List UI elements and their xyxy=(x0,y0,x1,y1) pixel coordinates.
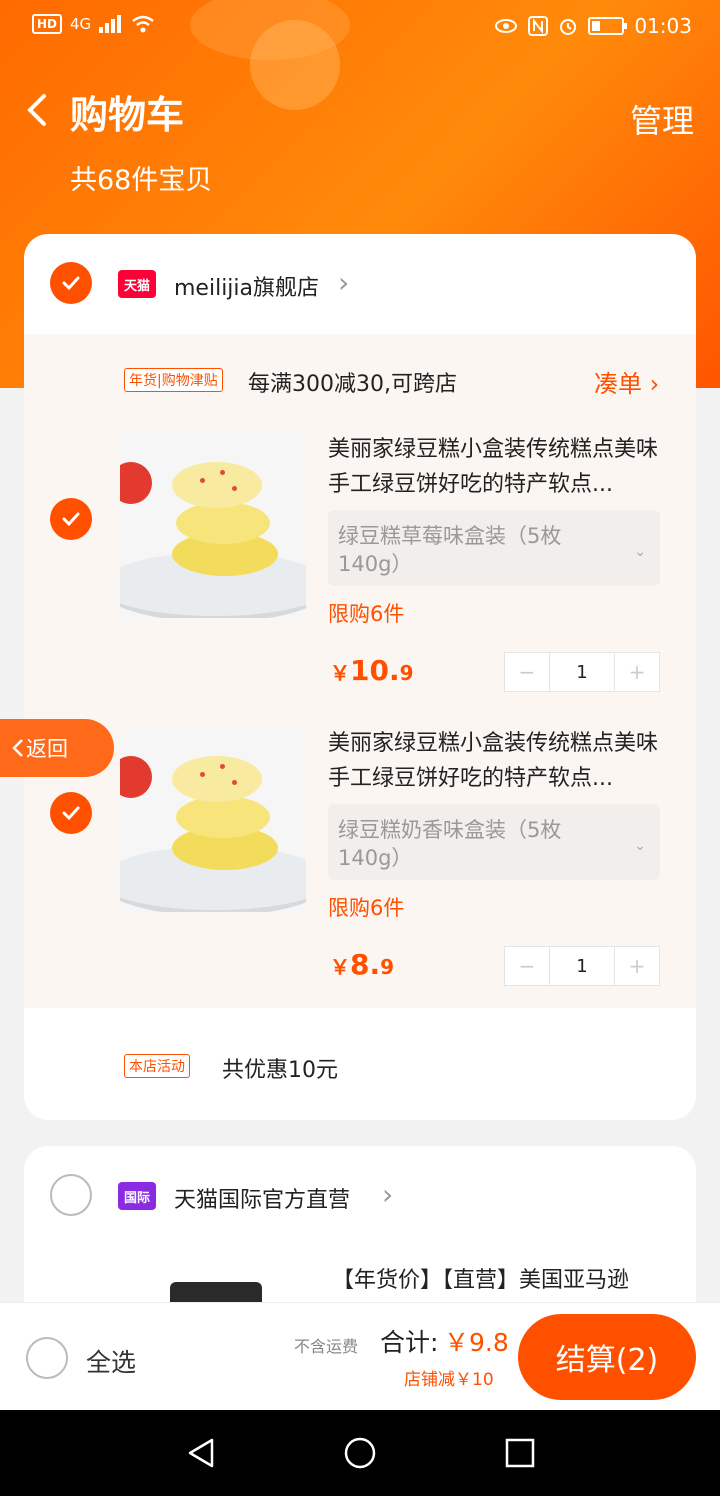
checkout-button[interactable]: 结算(2) xyxy=(518,1314,696,1400)
promo-text: 每满300减30,可跨店 xyxy=(248,372,457,397)
cake-dot xyxy=(200,478,205,483)
wifi-icon xyxy=(132,15,154,33)
price-dec: 9 xyxy=(399,661,414,685)
cake-dot xyxy=(232,780,237,785)
items-area: 年货|购物津贴 每满300减30,可跨店 凑单 › 美丽家绿豆糕小盒装传统糕点美… xyxy=(24,334,696,1008)
return-button[interactable]: 返回 xyxy=(0,719,114,777)
price-int: 8. xyxy=(350,948,381,981)
check-icon xyxy=(62,806,80,821)
tmall-icon: 天猫 xyxy=(118,270,156,298)
price-int: 10. xyxy=(350,654,400,687)
product-image[interactable] xyxy=(120,434,306,618)
back-button[interactable] xyxy=(22,90,62,130)
system-nav-bar xyxy=(0,1410,720,1496)
chevron-down-icon: ⌄ xyxy=(634,544,646,560)
item-checkbox[interactable] xyxy=(50,792,92,834)
chevron-left-icon xyxy=(12,739,23,757)
promo-tag: 年货|购物津贴 xyxy=(124,368,223,392)
product-title[interactable]: 美丽家绿豆糕小盒装传统糕点美味手工绿豆饼好吃的特产软点... xyxy=(328,726,668,796)
chevron-right-icon[interactable]: › xyxy=(338,266,349,299)
increase-button[interactable]: + xyxy=(615,653,659,691)
store-header: 天猫 meilijia旗舰店 › xyxy=(24,234,696,334)
add-on-label: 凑单 xyxy=(594,370,642,398)
product-title[interactable]: 【年货价】【直营】美国亚马逊 xyxy=(332,1262,629,1294)
cake-dot xyxy=(200,772,205,777)
store-checkbox[interactable] xyxy=(50,1174,92,1216)
alarm-icon xyxy=(560,19,577,35)
item-count: 共68件宝贝 xyxy=(70,165,213,196)
check-icon xyxy=(62,512,80,527)
product-price: ￥10.9 xyxy=(330,654,414,687)
price-dec: 9 xyxy=(380,955,395,979)
purchase-limit: 限购6件 xyxy=(328,602,405,626)
select-all-label[interactable]: 全选 xyxy=(86,1343,136,1379)
quantity-value[interactable]: 1 xyxy=(549,653,615,691)
decrease-button[interactable]: − xyxy=(505,947,549,985)
price-symbol: ￥ xyxy=(330,955,350,979)
eye-icon xyxy=(495,19,518,33)
price-symbol: ￥ xyxy=(330,661,350,685)
cake-dot xyxy=(220,764,225,769)
checkout-bar: 全选 不含运费 合计: ￥9.8 店铺减￥10 结算(2) xyxy=(0,1302,720,1410)
total-label: 合计: xyxy=(380,1328,439,1357)
sku-selector[interactable]: 绿豆糕草莓味盒装（5枚140g） ⌄ xyxy=(328,510,660,586)
store-name[interactable]: meilijia旗舰店 xyxy=(174,270,319,302)
strawberry xyxy=(120,756,152,798)
quantity-stepper: − 1 + xyxy=(504,946,660,986)
status-bar: HD 4G 01:03 xyxy=(0,0,720,56)
return-label: 返回 xyxy=(26,737,68,761)
nav-recents-icon[interactable] xyxy=(503,1436,537,1470)
store-activity-text: 共优惠10元 xyxy=(222,1058,338,1083)
chevron-down-icon: ⌄ xyxy=(634,838,646,854)
product-title[interactable]: 美丽家绿豆糕小盒装传统糕点美味手工绿豆饼好吃的特产软点... xyxy=(328,432,668,502)
cake-dot xyxy=(220,470,225,475)
purchase-limit: 限购6件 xyxy=(328,896,405,920)
nav-back-icon[interactable] xyxy=(184,1436,218,1470)
discount-note: 店铺减￥10 xyxy=(404,1370,494,1390)
check-icon xyxy=(62,276,80,291)
select-all-checkbox[interactable] xyxy=(26,1337,68,1379)
quantity-value[interactable]: 1 xyxy=(549,947,615,985)
store-name[interactable]: 天猫国际官方直营 xyxy=(174,1182,350,1214)
cake-layer xyxy=(172,756,262,802)
product-price: ￥8.9 xyxy=(330,948,394,981)
hd-badge: HD xyxy=(32,14,63,34)
signal-icon xyxy=(99,15,122,33)
product-image[interactable] xyxy=(120,728,306,912)
page-title: 购物车 xyxy=(70,93,185,137)
tmall-intl-icon: 国际 xyxy=(118,1182,156,1210)
increase-button[interactable]: + xyxy=(615,947,659,985)
status-left: HD 4G xyxy=(32,14,155,34)
network-label: 4G xyxy=(70,15,92,33)
nfc-icon xyxy=(528,16,549,36)
sku-text: 绿豆糕奶香味盒装（5枚140g） xyxy=(338,818,562,870)
battery-icon xyxy=(588,17,628,35)
sku-selector[interactable]: 绿豆糕奶香味盒装（5枚140g） ⌄ xyxy=(328,804,660,880)
total-value: ￥9.8 xyxy=(444,1328,509,1357)
cake-dot xyxy=(232,486,237,491)
back-arrow-icon xyxy=(27,94,46,126)
strawberry xyxy=(120,462,152,504)
nav-home-icon[interactable] xyxy=(343,1436,377,1470)
add-on-link[interactable]: 凑单 › xyxy=(594,364,659,399)
store-card: 天猫 meilijia旗舰店 › 年货|购物津贴 每满300减30,可跨店 凑单… xyxy=(24,234,696,1120)
cake-layer xyxy=(176,502,270,544)
quantity-stepper: − 1 + xyxy=(504,652,660,692)
shipping-note: 不含运费 xyxy=(294,1337,359,1356)
chevron-right-icon[interactable]: › xyxy=(382,1178,393,1211)
store-checkbox[interactable] xyxy=(50,262,92,304)
manage-button[interactable]: 管理 xyxy=(630,96,694,142)
sku-text: 绿豆糕草莓味盒装（5枚140g） xyxy=(338,524,562,576)
store-activity-tag: 本店活动 xyxy=(124,1054,190,1078)
item-checkbox[interactable] xyxy=(50,498,92,540)
decrease-button[interactable]: − xyxy=(505,653,549,691)
clock: 01:03 xyxy=(634,14,692,38)
cake-layer xyxy=(176,796,270,838)
cake-layer xyxy=(172,462,262,508)
status-right: 01:03 xyxy=(494,14,692,38)
